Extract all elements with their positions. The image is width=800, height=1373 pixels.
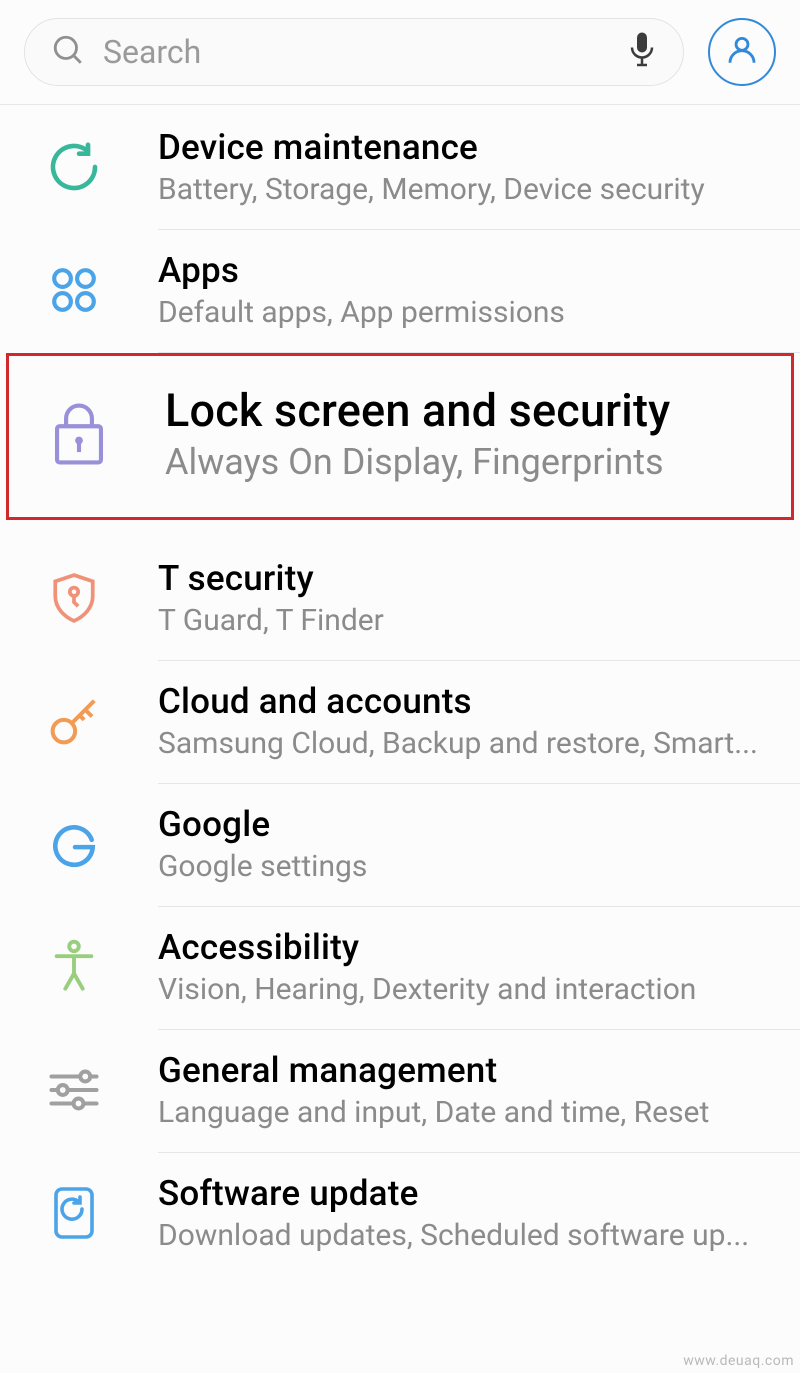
item-subtitle: Always On Display, Fingerprints — [165, 441, 765, 483]
item-title: Google — [158, 804, 768, 845]
search-placeholder: Search — [103, 33, 609, 71]
item-subtitle: T Guard, T Finder — [158, 603, 768, 638]
settings-item-accessibility[interactable]: Accessibility Vision, Hearing, Dexterity… — [24, 907, 776, 1029]
sliders-icon — [24, 1068, 124, 1112]
item-subtitle: Language and input, Date and time, Reset — [158, 1095, 768, 1130]
item-subtitle: Download updates, Scheduled software up.… — [158, 1218, 768, 1253]
settings-item-google[interactable]: Google Google settings — [24, 784, 776, 906]
profile-icon — [725, 33, 759, 71]
item-title: Device maintenance — [158, 127, 768, 168]
header: Search — [0, 0, 800, 105]
settings-list: Device maintenance Battery, Storage, Mem… — [0, 105, 800, 1275]
search-icon — [51, 33, 85, 71]
settings-item-apps[interactable]: Apps Default apps, App permissions — [24, 230, 776, 352]
shield-icon — [24, 570, 124, 626]
refresh-circle-icon — [24, 139, 124, 195]
apps-grid-icon — [24, 265, 124, 315]
item-subtitle: Google settings — [158, 849, 768, 884]
watermark: www.deuaq.com — [683, 1353, 794, 1369]
update-badge-icon — [24, 1185, 124, 1241]
item-title: Apps — [158, 250, 768, 291]
settings-item-general-management[interactable]: General management Language and input, D… — [24, 1030, 776, 1152]
item-title: Lock screen and security — [165, 384, 765, 437]
settings-item-cloud-accounts[interactable]: Cloud and accounts Samsung Cloud, Backup… — [24, 661, 776, 783]
profile-button[interactable] — [708, 18, 776, 86]
settings-item-device-maintenance[interactable]: Device maintenance Battery, Storage, Mem… — [24, 105, 776, 229]
settings-item-t-security[interactable]: T security T Guard, T Finder — [24, 538, 776, 660]
item-subtitle: Vision, Hearing, Dexterity and interacti… — [158, 972, 768, 1007]
key-icon — [24, 694, 124, 748]
item-title: General management — [158, 1050, 768, 1091]
microphone-icon[interactable] — [627, 31, 657, 73]
accessibility-person-icon — [24, 938, 124, 996]
item-subtitle: Default apps, App permissions — [158, 295, 768, 330]
settings-item-software-update[interactable]: Software update Download updates, Schedu… — [24, 1153, 776, 1275]
settings-item-lock-screen-security[interactable]: Lock screen and security Always On Displ… — [6, 353, 794, 520]
item-title: Cloud and accounts — [158, 681, 768, 722]
item-title: T security — [158, 558, 768, 599]
item-subtitle: Samsung Cloud, Backup and restore, Smart… — [158, 726, 768, 761]
item-title: Software update — [158, 1173, 768, 1214]
item-subtitle: Battery, Storage, Memory, Device securit… — [158, 172, 768, 207]
search-field[interactable]: Search — [24, 18, 684, 86]
lock-icon — [27, 400, 131, 468]
google-icon — [24, 819, 124, 869]
item-title: Accessibility — [158, 927, 768, 968]
